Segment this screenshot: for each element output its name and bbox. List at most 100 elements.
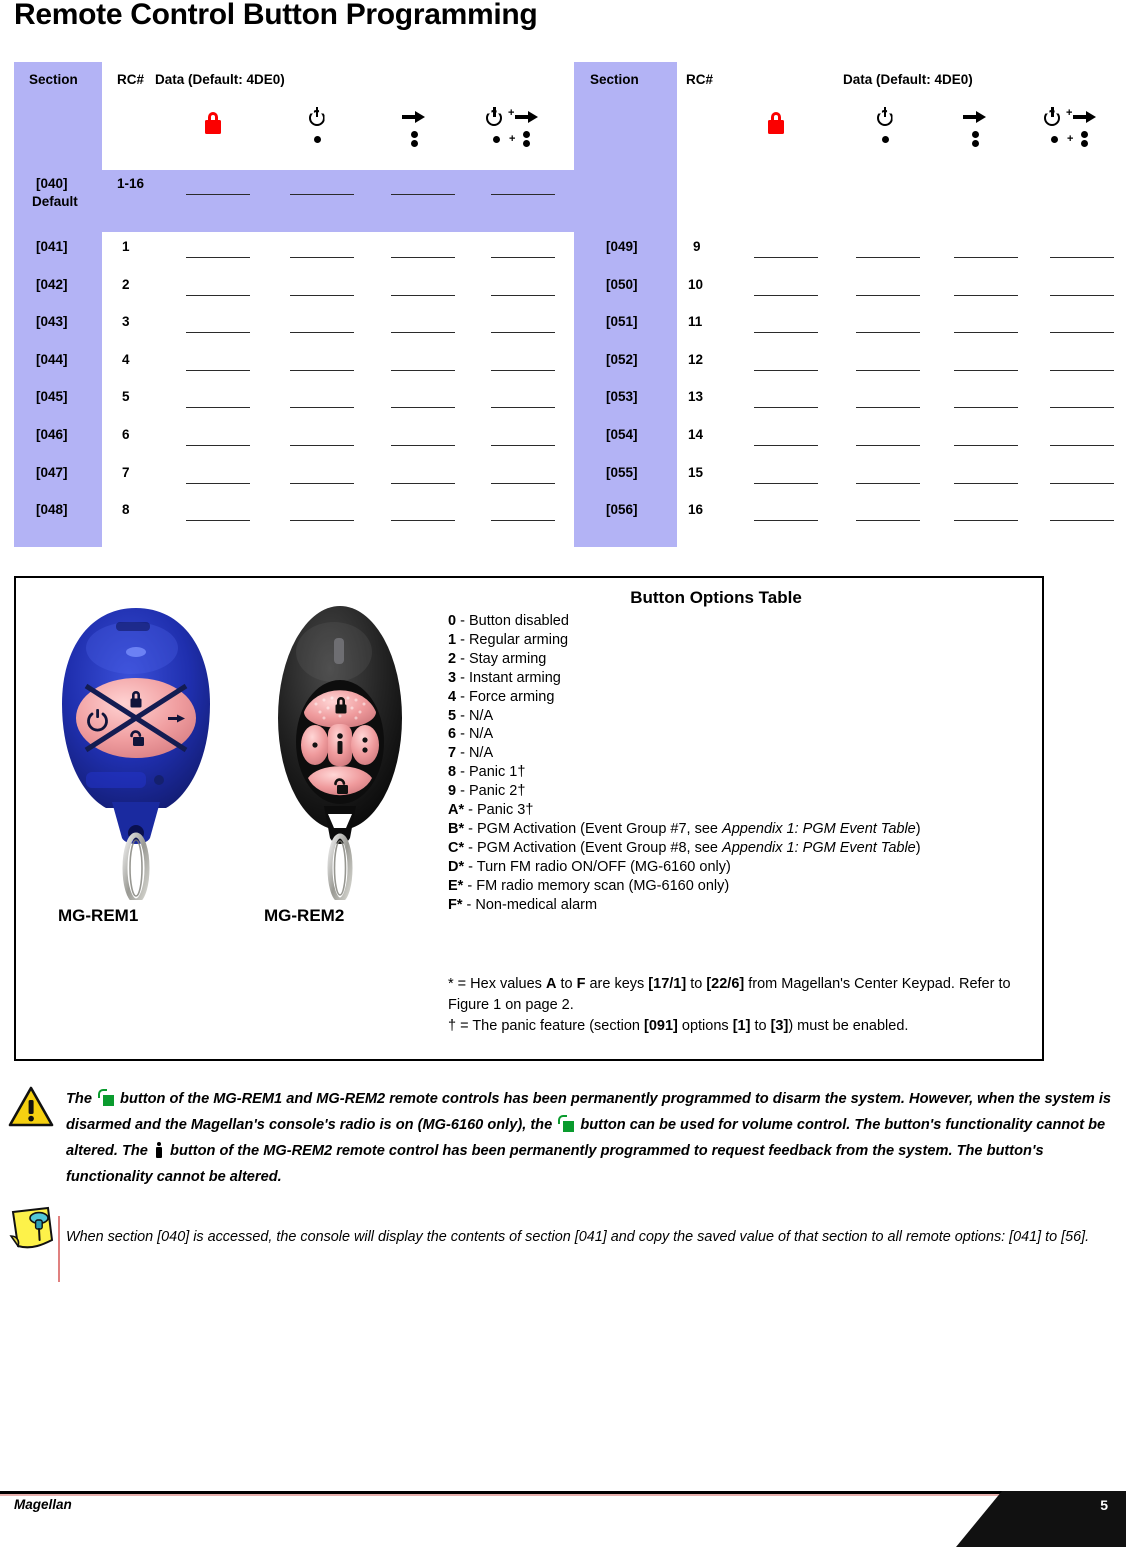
lock-green-open-icon xyxy=(98,1089,114,1106)
row-blank-right-6-1[interactable] xyxy=(754,445,818,446)
row-blank-right-7-3[interactable] xyxy=(954,482,1018,484)
row-blank-left-6-1[interactable] xyxy=(186,445,250,446)
row-blank-left-8-1[interactable] xyxy=(186,520,250,522)
row-blank-right-1-2[interactable] xyxy=(856,257,920,258)
row-blank-left-5-2[interactable] xyxy=(290,407,354,409)
row-section-left-3: [043] xyxy=(36,314,68,330)
footer-hairline xyxy=(0,1494,1060,1496)
hex-f: F xyxy=(576,976,586,992)
right-icon-power-plus-arrow: + + xyxy=(1043,107,1099,147)
row-blank-left-5-4[interactable] xyxy=(491,407,555,409)
row-section-left-2: [042] xyxy=(36,276,68,292)
row-blank-left-1-4[interactable] xyxy=(491,257,555,258)
row-blank-left-6-3[interactable] xyxy=(391,445,455,446)
key-22-6: [22/6] xyxy=(706,976,745,992)
row-blank-left-7-1[interactable] xyxy=(186,482,250,484)
row-blank-right-4-1[interactable] xyxy=(754,369,818,371)
row-blank-left-2-1[interactable] xyxy=(186,294,250,296)
row-rc-left-8: 8 xyxy=(122,502,130,518)
row-blank-left-1-1[interactable] xyxy=(186,257,250,258)
dot-icon xyxy=(1080,131,1088,138)
row-blank-right-5-1[interactable] xyxy=(754,407,818,409)
row-blank-left-2-2[interactable] xyxy=(290,294,354,296)
row-rc-left-1: 1 xyxy=(122,239,130,254)
row-blank-right-6-3[interactable] xyxy=(954,445,1018,446)
warning-part-1: The xyxy=(66,1091,96,1107)
plus-sign-bottom: + xyxy=(509,133,516,145)
row-blank-right-1-4[interactable] xyxy=(1050,257,1114,258)
row-blank-right-3-1[interactable] xyxy=(754,332,818,334)
row-blank-left-8-4[interactable] xyxy=(491,520,555,522)
row-blank-right-4-3[interactable] xyxy=(954,369,1018,371)
left-icon-lock-red xyxy=(204,112,222,139)
row-blank-left-5-1[interactable] xyxy=(186,407,250,409)
row-blank-left-7-2[interactable] xyxy=(290,482,354,484)
row-blank-left-3-2[interactable] xyxy=(290,332,354,334)
row-blank-right-7-4[interactable] xyxy=(1050,482,1114,484)
row-blank-left-8-2[interactable] xyxy=(290,520,354,522)
button-option-6: 6 - N/A xyxy=(448,726,494,743)
row-blank-right-5-3[interactable] xyxy=(954,407,1018,409)
row-blank-left-7-4[interactable] xyxy=(491,482,555,484)
row-blank-left-4-2[interactable] xyxy=(290,369,354,371)
row-blank-left-3-4[interactable] xyxy=(491,332,555,334)
row-blank-left-1-3[interactable] xyxy=(391,257,455,258)
default-row-section-sub: Default xyxy=(32,194,78,209)
button-option-7: 7 - N/A xyxy=(448,745,494,762)
row-blank-right-5-2[interactable] xyxy=(856,407,920,409)
row-blank-left-1-2[interactable] xyxy=(290,257,354,258)
row-section-right-2: [050] xyxy=(606,276,638,292)
row-blank-right-7-1[interactable] xyxy=(754,482,818,484)
row-blank-right-8-2[interactable] xyxy=(856,520,920,522)
row-blank-right-3-3[interactable] xyxy=(954,332,1018,334)
row-blank-left-4-4[interactable] xyxy=(491,369,555,371)
left-header-section: Section xyxy=(29,72,78,87)
dot-icon xyxy=(410,140,418,147)
row-blank-left-7-3[interactable] xyxy=(391,482,455,484)
row-blank-left-8-3[interactable] xyxy=(391,520,455,522)
row-blank-right-5-4[interactable] xyxy=(1050,407,1114,409)
row-blank-right-8-1[interactable] xyxy=(754,520,818,522)
row-blank-right-2-1[interactable] xyxy=(754,294,818,296)
row-blank-left-6-2[interactable] xyxy=(290,445,354,446)
row-blank-right-7-2[interactable] xyxy=(856,482,920,484)
row-blank-right-4-2[interactable] xyxy=(856,369,920,371)
row-blank-right-8-3[interactable] xyxy=(954,520,1018,522)
row-blank-right-6-2[interactable] xyxy=(856,445,920,446)
left-icon-power-dot xyxy=(304,107,330,143)
mg-rem2-image xyxy=(278,606,402,900)
row-blank-right-2-4[interactable] xyxy=(1050,294,1114,296)
button-option-3: 3 - Instant arming xyxy=(448,669,561,686)
row-blank-right-6-4[interactable] xyxy=(1050,445,1114,446)
row-blank-left-4-3[interactable] xyxy=(391,369,455,371)
tip-note-rule xyxy=(58,1216,60,1282)
row-blank-right-2-3[interactable] xyxy=(954,294,1018,296)
lock-red-icon xyxy=(204,112,222,134)
row-blank-left-5-3[interactable] xyxy=(391,407,455,409)
row-rc-right-7: 15 xyxy=(688,464,704,480)
row-blank-right-2-2[interactable] xyxy=(856,294,920,296)
warning-part-4: button of the MG-REM2 remote control has… xyxy=(66,1143,1044,1185)
row-blank-left-3-3[interactable] xyxy=(391,332,455,334)
row-blank-right-3-4[interactable] xyxy=(1050,332,1114,334)
right-header-section: Section xyxy=(590,72,639,87)
mg-rem1-image xyxy=(62,608,210,900)
row-blank-right-1-3[interactable] xyxy=(954,257,1018,258)
row-blank-left-4-1[interactable] xyxy=(186,369,250,371)
row-blank-left-2-4[interactable] xyxy=(491,294,555,296)
row-blank-right-1-1[interactable] xyxy=(754,257,818,258)
row-rc-left-6: 6 xyxy=(122,427,130,442)
plus-sign-bottom: + xyxy=(1067,133,1074,145)
power-icon xyxy=(1043,107,1062,127)
left-icon-arrow-dots xyxy=(402,110,428,147)
row-rc-left-7: 7 xyxy=(122,464,130,480)
row-blank-left-2-3[interactable] xyxy=(391,294,455,296)
row-blank-right-8-4[interactable] xyxy=(1050,520,1114,522)
row-blank-left-3-1[interactable] xyxy=(186,332,250,334)
row-blank-right-4-4[interactable] xyxy=(1050,369,1114,371)
row-section-right-7: [055] xyxy=(606,464,638,480)
row-blank-left-6-4[interactable] xyxy=(491,445,555,446)
row-blank-right-3-2[interactable] xyxy=(856,332,920,334)
right-icon-power-dot xyxy=(872,107,898,143)
row-rc-left-2: 2 xyxy=(122,276,130,292)
